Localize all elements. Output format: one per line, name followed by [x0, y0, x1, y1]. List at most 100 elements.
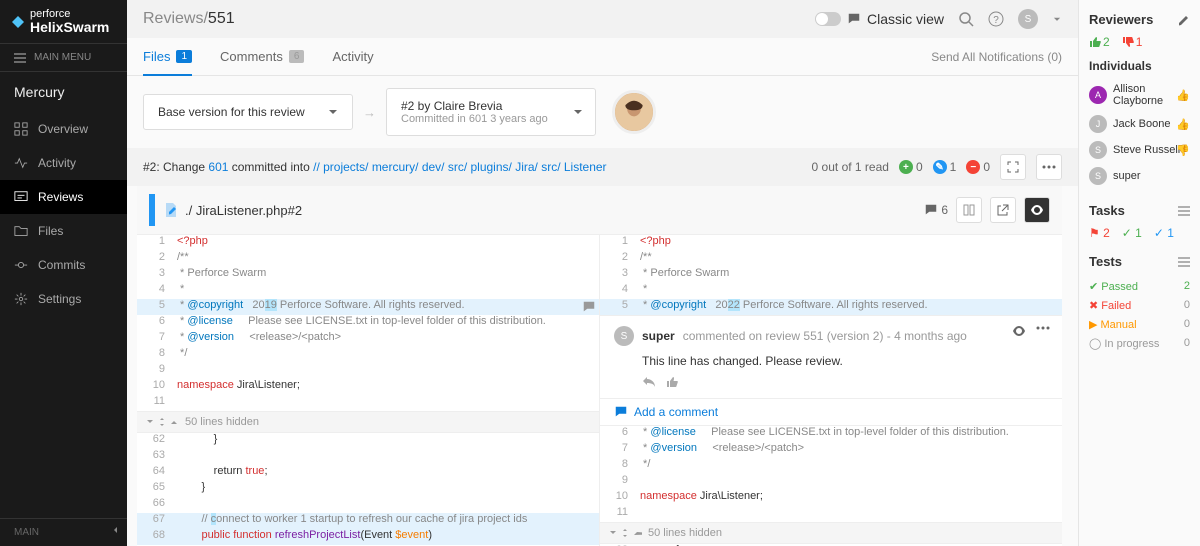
grid-icon: [14, 122, 28, 136]
code-line[interactable]: *: [173, 283, 599, 299]
nav-reviews[interactable]: Reviews: [0, 180, 127, 214]
tab-comments-badge: 6: [289, 50, 305, 63]
code-line[interactable]: namespace Jira\Listener;: [173, 379, 599, 395]
nav-commits[interactable]: Commits: [0, 248, 127, 282]
target-version-select[interactable]: #2 by Claire Brevia Committed in 601 3 y…: [386, 88, 596, 136]
code-line[interactable]: * Perforce Swarm: [173, 267, 599, 283]
code-line[interactable]: [636, 506, 1062, 522]
like-icon[interactable]: [666, 376, 678, 388]
help-icon[interactable]: ?: [988, 11, 1004, 27]
breadcrumb-section[interactable]: Reviews: [143, 10, 203, 27]
workspace-name[interactable]: Mercury: [0, 72, 127, 112]
change-link[interactable]: 601: [208, 160, 228, 174]
chevron-up-icon[interactable]: [632, 528, 642, 538]
reviewer-row[interactable]: Ssuper: [1089, 163, 1190, 189]
code-line[interactable]: * @license Please see LICENSE.txt in top…: [636, 426, 1062, 442]
code-line[interactable]: * @version <release>/<patch>: [636, 442, 1062, 458]
expand-icon[interactable]: [1000, 154, 1026, 180]
file-comment-count[interactable]: 6: [924, 203, 948, 217]
expand-vert-icon[interactable]: [620, 528, 630, 538]
comment-more-icon[interactable]: [1036, 326, 1050, 330]
nav-overview[interactable]: Overview: [0, 112, 127, 146]
code-line[interactable]: <?php: [173, 235, 599, 251]
code-line[interactable]: [173, 395, 599, 411]
change-path-link[interactable]: // projects/ mercury/ dev/ src/ plugins/…: [313, 160, 606, 174]
list-icon[interactable]: [1178, 257, 1190, 267]
classic-view-toggle[interactable]: Classic view: [815, 11, 944, 27]
code-line[interactable]: [173, 449, 599, 465]
diff-mode-icon[interactable]: [956, 197, 982, 223]
code-line[interactable]: */: [636, 458, 1062, 474]
collapse-bar-left[interactable]: 50 lines hidden: [137, 411, 599, 433]
code-line[interactable]: * Perforce Swarm: [636, 267, 1062, 283]
code-line[interactable]: namespace Jira\Listener;: [636, 490, 1062, 506]
downvote-count[interactable]: 1: [1122, 35, 1143, 49]
individuals-title: Individuals: [1089, 59, 1190, 73]
comment-author[interactable]: super: [642, 329, 675, 343]
tab-comments[interactable]: Comments 6: [220, 39, 304, 74]
code-line[interactable]: * @license Please see LICENSE.txt in top…: [173, 315, 599, 331]
upvote-count[interactable]: 2: [1089, 35, 1110, 49]
nav-activity[interactable]: Activity: [0, 146, 127, 180]
visibility-icon[interactable]: [1012, 326, 1026, 336]
nav-settings[interactable]: Settings: [0, 282, 127, 316]
add-comment-link[interactable]: Add a comment: [600, 399, 1062, 426]
inline-comment-icon[interactable]: [582, 300, 596, 314]
main-menu-toggle[interactable]: MAIN MENU: [0, 43, 127, 72]
edit-icon[interactable]: [1178, 14, 1190, 26]
code-line[interactable]: [173, 363, 599, 379]
author-avatar[interactable]: [612, 90, 656, 134]
tab-files[interactable]: Files 1: [143, 39, 192, 76]
code-line[interactable]: *: [636, 283, 1062, 299]
nav-files[interactable]: Files: [0, 214, 127, 248]
send-notifications-link[interactable]: Send All Notifications (0): [931, 50, 1062, 64]
reviewer-row[interactable]: SSteve Russell👎: [1089, 137, 1190, 163]
reply-icon[interactable]: [642, 376, 656, 388]
topbar: Reviews/551 Classic view ? S: [127, 0, 1078, 38]
user-avatar[interactable]: S: [1018, 9, 1038, 29]
logo-icon: [10, 14, 26, 30]
comment-avatar[interactable]: S: [614, 326, 634, 346]
list-icon[interactable]: [1178, 206, 1190, 216]
reviewer-row[interactable]: AAllison Clayborne👍: [1089, 79, 1190, 111]
file-header: ./ JiraListener.php#2 6: [137, 186, 1062, 235]
logo[interactable]: perforce HelixSwarm: [0, 0, 127, 43]
code-line[interactable]: return true;: [173, 465, 599, 481]
code-line[interactable]: * @copyright 2022 Perforce Software. All…: [636, 299, 1062, 315]
chevron-down-icon[interactable]: [1052, 11, 1062, 27]
open-external-icon[interactable]: [990, 197, 1016, 223]
more-icon[interactable]: [1036, 154, 1062, 180]
code-line[interactable]: }: [173, 481, 599, 497]
code-line[interactable]: // connect to worker 1 startup to refres…: [173, 513, 599, 529]
reviewer-row[interactable]: JJack Boone👍: [1089, 111, 1190, 137]
hidden-lines-label: 50 lines hidden: [648, 527, 722, 539]
mark-read-icon[interactable]: [1024, 197, 1050, 223]
chevron-down-icon[interactable]: [145, 417, 155, 427]
code-line[interactable]: /**: [173, 251, 599, 267]
file-path[interactable]: ./ JiraListener.php#2: [185, 203, 302, 218]
footer-label: MAIN: [14, 527, 39, 538]
tab-activity[interactable]: Activity: [332, 39, 373, 74]
code-line[interactable]: */: [173, 347, 599, 363]
toggle-switch[interactable]: [815, 12, 841, 26]
search-icon[interactable]: [958, 11, 974, 27]
chevron-up-icon[interactable]: [169, 417, 179, 427]
read-status: 0 out of 1 read: [812, 160, 889, 174]
code-line[interactable]: /**: [636, 251, 1062, 267]
code-line[interactable]: * @version <release>/<patch>: [173, 331, 599, 347]
chat-icon: [847, 12, 861, 26]
base-version-select[interactable]: Base version for this review: [143, 94, 353, 130]
code-line[interactable]: }: [173, 433, 599, 449]
code-line[interactable]: [173, 497, 599, 513]
chevron-down-icon: [328, 107, 338, 117]
right-panel: Reviewers 2 1 Individuals AAllison Clayb…: [1078, 0, 1200, 546]
code-line[interactable]: public function refreshProjectList(Event…: [173, 529, 599, 545]
collapse-bar-right[interactable]: 50 lines hidden: [600, 522, 1062, 544]
test-inprogress-row: ◯ In progress0: [1089, 334, 1190, 353]
chevron-down-icon[interactable]: [608, 528, 618, 538]
code-line[interactable]: <?php: [636, 235, 1062, 251]
code-line[interactable]: [636, 474, 1062, 490]
code-line[interactable]: * @copyright 2019 Perforce Software. All…: [173, 299, 599, 315]
sidebar-collapse-icon[interactable]: [111, 525, 121, 535]
expand-vert-icon[interactable]: [157, 417, 167, 427]
